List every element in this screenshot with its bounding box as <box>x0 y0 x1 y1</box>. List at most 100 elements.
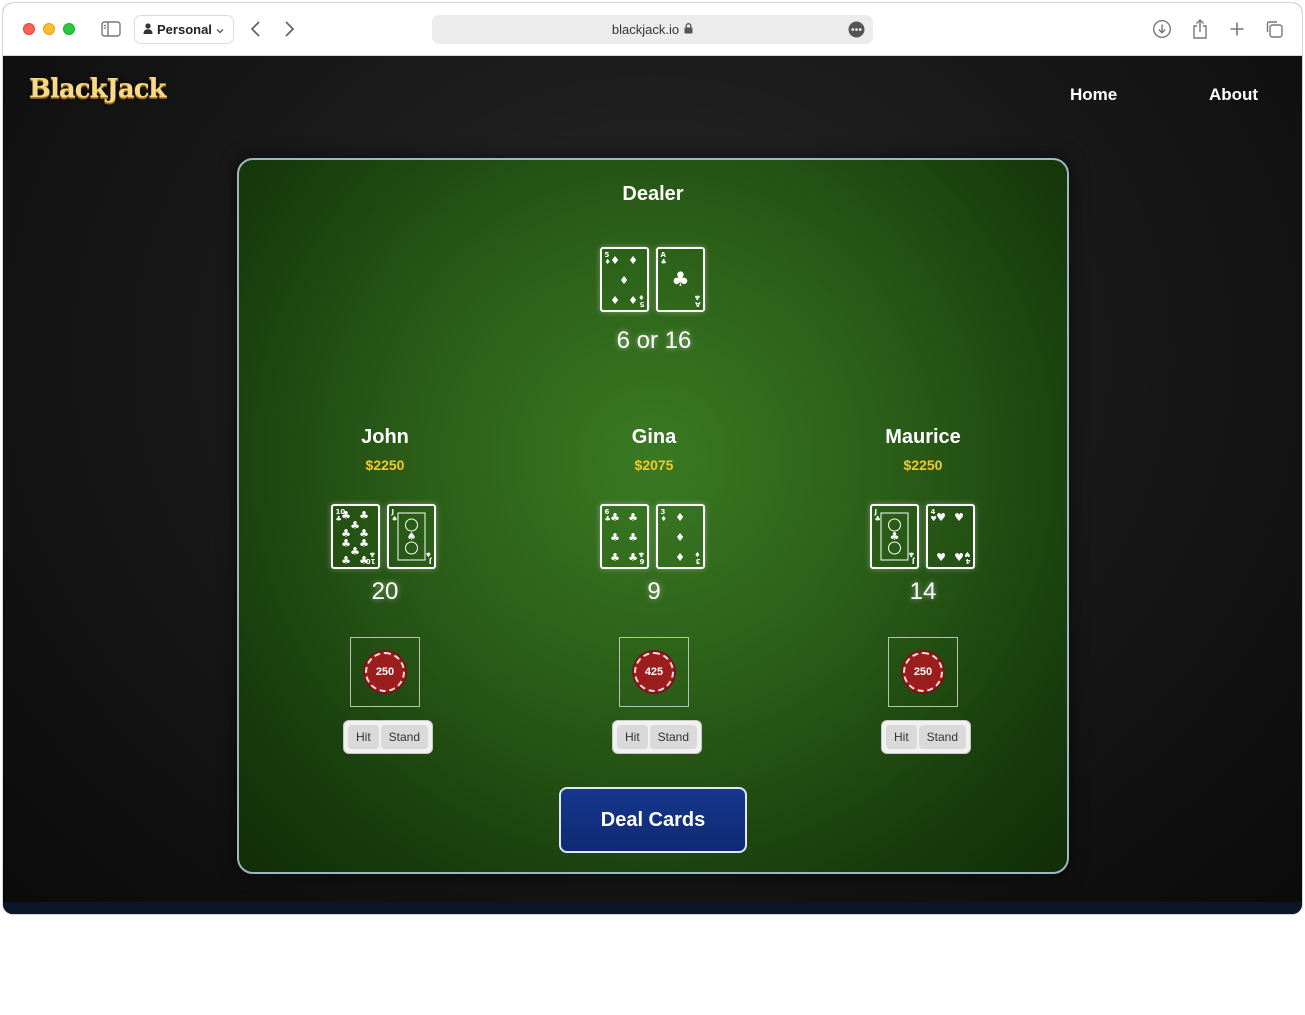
nav-about-link[interactable]: About <box>1209 85 1258 105</box>
playing-card: 3 ♦ 3 ♦ ♦ ♦ ♦ <box>656 504 705 569</box>
svg-text:♥: ♥ <box>954 551 964 564</box>
svg-text:♥: ♥ <box>936 551 946 564</box>
playing-card: 4 ♥ 4 ♥ ♥ ♥ ♥ ♥ <box>926 504 975 569</box>
close-window-button[interactable] <box>23 23 35 35</box>
stand-button[interactable]: Stand <box>380 725 429 749</box>
action-buttons: Hit Stand <box>343 720 434 754</box>
svg-text:♦: ♦ <box>628 254 638 267</box>
svg-text:♦: ♦ <box>610 294 620 307</box>
new-tab-icon[interactable] <box>1226 18 1248 40</box>
playing-card: 10 ♣ 10 ♣ ♣ ♣ ♣ ♣ ♣ ♣ ♣ ♣ ♣ ♣ <box>331 504 380 569</box>
player-hand: J ♣ J ♣ ♣ 4 ♥ 4 ♥ ♥ ♥ ♥ ♥ <box>870 504 975 569</box>
svg-text:♦: ♦ <box>675 551 685 564</box>
svg-text:♠: ♠ <box>425 550 431 558</box>
player-money: $2250 <box>365 457 405 473</box>
bet-area: 250 <box>350 637 420 707</box>
share-icon[interactable] <box>1189 17 1211 41</box>
profile-button[interactable]: Personal <box>134 15 234 44</box>
dealer-score: 6 or 16 <box>616 327 692 354</box>
svg-text:♥: ♥ <box>964 550 970 558</box>
svg-text:♥: ♥ <box>936 511 946 524</box>
dealer-title: Dealer <box>622 183 684 205</box>
player-name: Maurice <box>885 426 961 448</box>
svg-text:♣: ♣ <box>341 554 351 567</box>
page-content: BlackJack Home About Dealer 5 ♦ 5 ♦ ♦ ♦ ♦ ♦ ♦ A ♣ A… <box>3 56 1302 914</box>
svg-text:♣: ♣ <box>661 258 667 266</box>
svg-text:♣: ♣ <box>610 511 620 524</box>
svg-text:♠: ♠ <box>392 515 398 523</box>
playing-card: A ♣ A ♣ ♣ <box>656 247 705 312</box>
chevron-down-icon <box>216 22 224 37</box>
profile-label: Personal <box>157 22 212 37</box>
svg-text:♦: ♦ <box>610 254 620 267</box>
action-buttons: Hit Stand <box>612 720 703 754</box>
svg-text:♣: ♣ <box>359 554 369 567</box>
deal-cards-button[interactable]: Deal Cards <box>559 787 747 853</box>
bet-chip: 250 <box>903 652 943 692</box>
stand-button[interactable]: Stand <box>649 725 698 749</box>
bet-chip: 250 <box>365 652 405 692</box>
playing-card: J ♠ J ♠ ♠ <box>387 504 436 569</box>
player-score: 20 <box>371 578 399 605</box>
svg-text:♣: ♣ <box>638 550 644 558</box>
svg-text:♦: ♦ <box>661 515 667 523</box>
playing-card: J ♣ J ♣ ♣ <box>870 504 919 569</box>
svg-text:♣: ♣ <box>359 509 369 522</box>
lock-icon <box>684 22 693 37</box>
svg-text:♣: ♣ <box>628 531 638 544</box>
svg-text:♣: ♣ <box>628 511 638 524</box>
browser-window: Personal blackjack.io BlackJack Home Abo… <box>3 3 1302 914</box>
stand-button[interactable]: Stand <box>918 725 967 749</box>
browser-toolbar: Personal blackjack.io <box>3 3 1302 56</box>
player-hand: 10 ♣ 10 ♣ ♣ ♣ ♣ ♣ ♣ ♣ ♣ ♣ ♣ ♣ J ♠ J ♠ ♠ <box>331 504 436 569</box>
more-options-icon[interactable] <box>848 21 865 38</box>
svg-text:♣: ♣ <box>628 551 638 564</box>
player-score: 9 <box>647 578 661 605</box>
svg-text:♣: ♣ <box>875 515 881 523</box>
nav-home-link[interactable]: Home <box>1070 85 1117 105</box>
svg-text:♣: ♣ <box>610 551 620 564</box>
playing-card: 5 ♦ 5 ♦ ♦ ♦ ♦ ♦ ♦ <box>600 247 649 312</box>
svg-text:♣: ♣ <box>610 531 620 544</box>
minimize-window-button[interactable] <box>43 23 55 35</box>
footer-strip <box>3 902 1302 914</box>
player-money: $2250 <box>903 457 943 473</box>
player-hand: 6 ♣ 6 ♣ ♣ ♣ ♣ ♣ ♣ ♣ 3 ♦ 3 ♦ ♦ ♦ ♦ <box>600 504 705 569</box>
bet-chip: 425 <box>634 652 674 692</box>
game-table: Dealer 5 ♦ 5 ♦ ♦ ♦ ♦ ♦ ♦ A ♣ A ♣ ♣ 6 or 16 John $2250… <box>237 158 1069 874</box>
svg-text:♦: ♦ <box>628 294 638 307</box>
player-score: 14 <box>909 578 937 605</box>
back-arrow-icon[interactable] <box>246 19 264 39</box>
download-icon[interactable] <box>1151 18 1173 40</box>
player-money: $2075 <box>634 457 674 473</box>
player-name: John <box>361 426 409 448</box>
svg-text:♥: ♥ <box>954 511 964 524</box>
action-buttons: Hit Stand <box>881 720 972 754</box>
person-icon <box>143 22 153 37</box>
svg-text:♣: ♣ <box>694 293 700 301</box>
svg-text:♦: ♦ <box>675 511 685 524</box>
address-bar[interactable]: blackjack.io <box>432 15 873 44</box>
dealer-hand: 5 ♦ 5 ♦ ♦ ♦ ♦ ♦ ♦ A ♣ A ♣ ♣ <box>600 247 705 312</box>
svg-text:♣: ♣ <box>672 267 690 291</box>
hit-button[interactable]: Hit <box>348 725 379 749</box>
svg-text:♦: ♦ <box>638 293 644 301</box>
playing-card: 6 ♣ 6 ♣ ♣ ♣ ♣ ♣ ♣ ♣ <box>600 504 649 569</box>
svg-text:♦: ♦ <box>675 531 685 544</box>
svg-text:♣: ♣ <box>890 530 900 543</box>
hit-button[interactable]: Hit <box>886 725 917 749</box>
sidebar-icon[interactable] <box>100 19 122 39</box>
url-text: blackjack.io <box>611 22 680 37</box>
svg-text:♣: ♣ <box>908 550 914 558</box>
svg-text:♠: ♠ <box>407 530 417 543</box>
svg-text:♦: ♦ <box>694 550 700 558</box>
forward-arrow-icon[interactable] <box>281 19 299 39</box>
site-logo[interactable]: BlackJack <box>29 74 167 104</box>
bet-area: 250 <box>888 637 958 707</box>
tab-overview-icon[interactable] <box>1263 18 1285 40</box>
bet-area: 425 <box>619 637 689 707</box>
zoom-window-button[interactable] <box>63 23 75 35</box>
svg-text:♣: ♣ <box>369 550 375 558</box>
hit-button[interactable]: Hit <box>617 725 648 749</box>
svg-text:♦: ♦ <box>619 274 629 287</box>
